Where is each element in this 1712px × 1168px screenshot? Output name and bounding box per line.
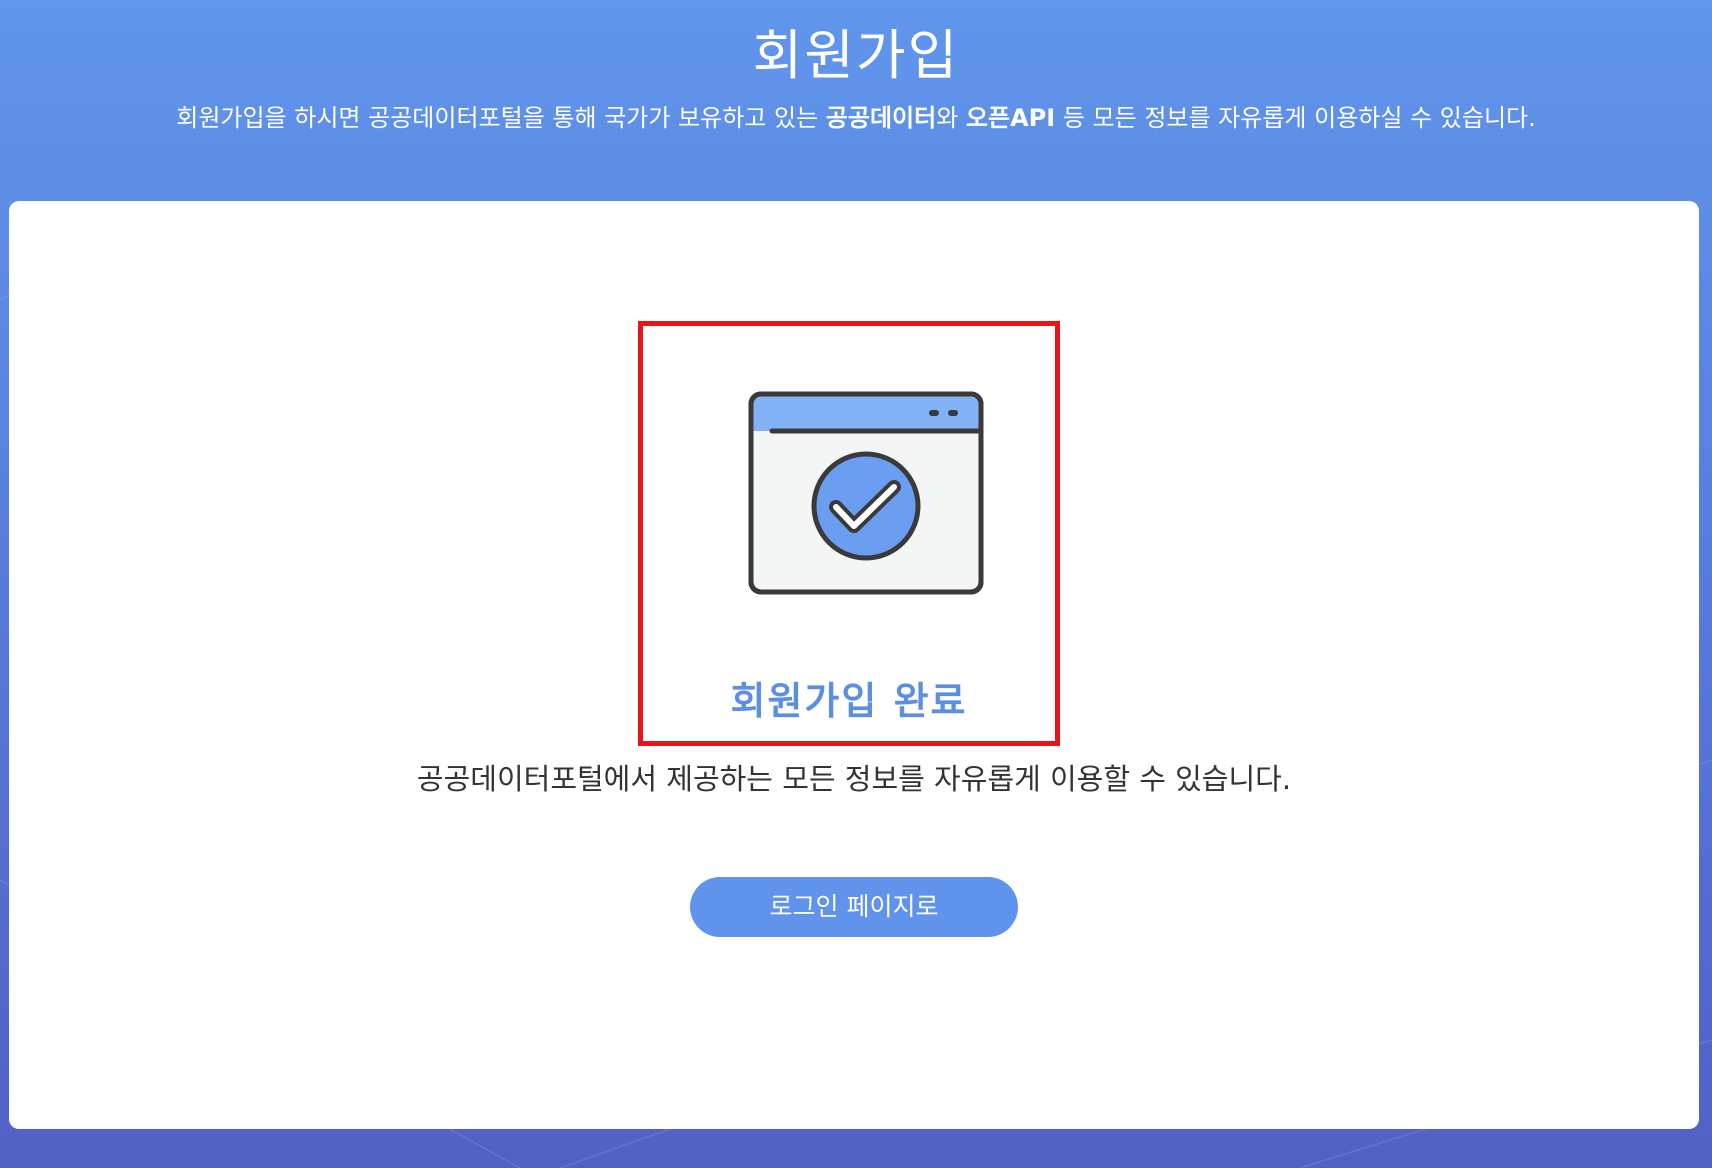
complete-title: 회원가입 완료 xyxy=(730,679,968,723)
complete-highlight-box: 회원가입 완료 xyxy=(638,321,1060,746)
subtitle-bold-open-api: 오픈API xyxy=(965,104,1056,132)
complete-description: 공공데이터포털에서 제공하는 모든 정보를 자유롭게 이용할 수 있습니다. xyxy=(416,762,1292,796)
page-title: 회원가입 xyxy=(752,24,960,87)
go-to-login-button[interactable]: 로그인 페이지로 xyxy=(690,877,1018,937)
subtitle-text-suffix: 등 모든 정보를 자유롭게 이용하실 수 있습니다. xyxy=(1055,104,1536,132)
browser-check-icon xyxy=(748,391,984,595)
subtitle-text-mid: 와 xyxy=(936,104,966,132)
page-subtitle: 회원가입을 하시면 공공데이터포털을 통해 국가가 보유하고 있는 공공데이터와… xyxy=(0,100,1712,136)
signup-complete-card: 회원가입 완료 공공데이터포털에서 제공하는 모든 정보를 자유롭게 이용할 수… xyxy=(9,201,1699,1129)
subtitle-text-prefix: 회원가입을 하시면 공공데이터포털을 통해 국가가 보유하고 있는 xyxy=(176,104,826,132)
subtitle-bold-public-data: 공공데이터 xyxy=(825,104,937,132)
